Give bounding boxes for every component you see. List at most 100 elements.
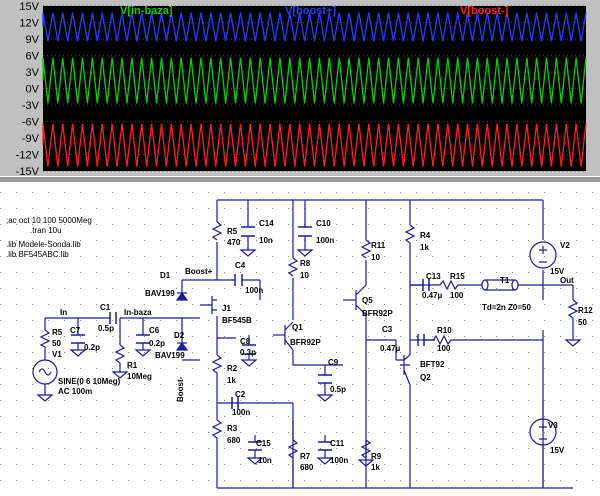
- label-r15-ref[interactable]: R15: [450, 272, 465, 281]
- label-d2-ref[interactable]: D2: [174, 331, 185, 340]
- label-r4-value[interactable]: 1k: [420, 243, 429, 252]
- y-tick-label: -3V: [22, 100, 40, 112]
- y-tick-label: 15V: [19, 1, 39, 13]
- net-in-baza[interactable]: In-baza: [124, 308, 152, 317]
- directive-lib-sonda[interactable]: .lib Modele-Sonda.lib: [6, 240, 81, 249]
- legend-boost-minus[interactable]: V[boost-]: [460, 5, 509, 17]
- y-tick-label: 9V: [26, 34, 40, 46]
- label-r10-value[interactable]: 100: [437, 344, 451, 353]
- label-c2-value[interactable]: 100n: [232, 408, 250, 417]
- label-q1-ref[interactable]: Q1: [292, 323, 303, 332]
- label-r12-value[interactable]: 50: [578, 318, 587, 327]
- label-t1-ref[interactable]: T1: [500, 276, 510, 285]
- label-d1-ref[interactable]: D1: [160, 271, 171, 280]
- directive-lib-bf545[interactable]: .lib BF545ABC.lib: [6, 250, 69, 259]
- label-c1-ref[interactable]: C1: [100, 303, 111, 312]
- label-r8-value[interactable]: 10: [300, 271, 309, 280]
- label-c7-value[interactable]: 0.2p: [84, 343, 100, 352]
- legend-boost-plus[interactable]: V[boost+]: [285, 5, 336, 17]
- label-r2-ref[interactable]: R2: [227, 364, 238, 373]
- net-boost-plus[interactable]: Boost+: [185, 267, 213, 276]
- label-r11-ref[interactable]: R11: [371, 241, 386, 250]
- label-c11-ref[interactable]: C11: [330, 439, 345, 448]
- label-c4-value[interactable]: 100n: [245, 286, 263, 295]
- label-c8-value[interactable]: 0.3p: [240, 348, 256, 357]
- label-r1-value[interactable]: 10Meg: [127, 372, 152, 381]
- schematic-pane[interactable]: ;ac oct 10 100 5000Meg .tran 10u .lib Mo…: [0, 182, 600, 496]
- label-j1-value[interactable]: BF545B: [222, 316, 252, 325]
- label-r10-ref[interactable]: R10: [437, 326, 452, 335]
- label-r1-ref[interactable]: R1: [127, 361, 138, 370]
- label-r11-value[interactable]: 10: [371, 253, 380, 262]
- label-r5-value[interactable]: 50: [52, 339, 61, 348]
- net-out[interactable]: Out: [560, 276, 574, 285]
- label-r9-ref[interactable]: R9: [371, 452, 382, 461]
- label-j1-ref[interactable]: J1: [222, 304, 231, 313]
- label-v1-value[interactable]: SINE(0 6 10Meg): [58, 377, 121, 386]
- directive-ac[interactable]: ;ac oct 10 100 5000Meg: [6, 216, 92, 225]
- label-c10-ref[interactable]: C10: [316, 219, 331, 228]
- label-c7-ref[interactable]: C7: [70, 326, 81, 335]
- label-q2-value[interactable]: Q2: [420, 373, 431, 382]
- label-d1-value[interactable]: BAV199: [145, 289, 175, 298]
- label-r7-ref[interactable]: R7: [300, 452, 311, 461]
- label-r5-top-value[interactable]: 470: [227, 238, 241, 247]
- label-r8-ref[interactable]: R8: [300, 259, 311, 268]
- y-axis-ticks: 15V 12V 9V 6V 3V 0V -3V -6V -9V -12V -15V: [16, 1, 40, 178]
- label-q5-value[interactable]: BFR92P: [362, 309, 393, 318]
- label-r12-ref[interactable]: R12: [578, 306, 593, 315]
- label-c15-ref[interactable]: C15: [256, 439, 271, 448]
- label-c14-ref[interactable]: C14: [259, 219, 274, 228]
- label-c15-value[interactable]: 10n: [258, 456, 272, 465]
- label-v1-ac[interactable]: AC 100m: [58, 387, 92, 396]
- label-v1-ref[interactable]: V1: [52, 350, 62, 359]
- label-v2-value[interactable]: 15V: [550, 267, 565, 276]
- label-q2-ref[interactable]: BFT92: [420, 360, 445, 369]
- label-c1-value[interactable]: 0.5p: [98, 324, 114, 333]
- label-c6-ref[interactable]: C6: [149, 326, 160, 335]
- label-c3-value[interactable]: 0.47µ: [380, 344, 401, 353]
- label-c9-ref[interactable]: C9: [328, 358, 339, 367]
- label-q1-value[interactable]: BFR92P: [290, 338, 321, 347]
- label-q5-ref[interactable]: Q5: [362, 296, 373, 305]
- directive-tran[interactable]: .tran 10u: [30, 226, 62, 235]
- net-boost-minus[interactable]: Boost-: [176, 376, 185, 402]
- label-c6-value[interactable]: 0.2p: [149, 339, 165, 348]
- label-t1-value[interactable]: Td=2n Z0=50: [482, 303, 531, 312]
- label-c9-value[interactable]: 0.5p: [330, 385, 346, 394]
- label-c11-value[interactable]: 100n: [330, 456, 348, 465]
- label-r9-value[interactable]: 1k: [371, 463, 380, 472]
- label-v2-ref[interactable]: V2: [560, 241, 570, 250]
- label-r7-value[interactable]: 680: [300, 463, 314, 472]
- y-tick-label: 0V: [26, 84, 40, 96]
- label-r5-ref[interactable]: R5: [52, 328, 63, 337]
- label-v3-ref[interactable]: V3: [548, 421, 558, 430]
- label-c13-value[interactable]: 0.47µ: [422, 291, 443, 300]
- label-r4-ref[interactable]: R4: [420, 231, 431, 240]
- label-r3-value[interactable]: 680: [227, 436, 241, 445]
- label-r2-value[interactable]: 1k: [227, 376, 236, 385]
- label-c13-ref[interactable]: C13: [426, 272, 441, 281]
- y-tick-label: -12V: [16, 150, 40, 162]
- waveform-plot[interactable]: 15V 12V 9V 6V 3V 0V -3V -6V -9V -12V -15V V[in-baz…: [0, 0, 600, 178]
- label-v3-value[interactable]: 15V: [550, 446, 565, 455]
- y-tick-label: 3V: [26, 67, 40, 79]
- y-tick-label: -9V: [22, 133, 40, 145]
- label-r3-ref[interactable]: R3: [227, 424, 238, 433]
- y-tick-label: -6V: [22, 117, 40, 129]
- waveform-pane[interactable]: 15V 12V 9V 6V 3V 0V -3V -6V -9V -12V -15V V[in-baz…: [0, 0, 600, 178]
- y-tick-label: 6V: [26, 51, 40, 63]
- label-c2-ref[interactable]: C2: [235, 390, 246, 399]
- schematic-canvas[interactable]: ;ac oct 10 100 5000Meg .tran 10u .lib Mo…: [0, 182, 600, 496]
- label-c10-value[interactable]: 100n: [316, 236, 334, 245]
- label-c8-ref[interactable]: C8: [240, 337, 251, 346]
- label-c14-value[interactable]: 10n: [259, 236, 273, 245]
- legend-in-baza[interactable]: V[in-baza]: [120, 5, 173, 17]
- label-d2-value[interactable]: BAV199: [155, 351, 185, 360]
- label-c3-ref[interactable]: C3: [382, 325, 393, 334]
- net-in[interactable]: In: [60, 308, 67, 317]
- label-r5-top-ref[interactable]: R5: [227, 227, 238, 236]
- label-r15-value[interactable]: 100: [450, 291, 464, 300]
- label-c4-ref[interactable]: C4: [235, 261, 246, 270]
- y-tick-label: -15V: [16, 166, 40, 176]
